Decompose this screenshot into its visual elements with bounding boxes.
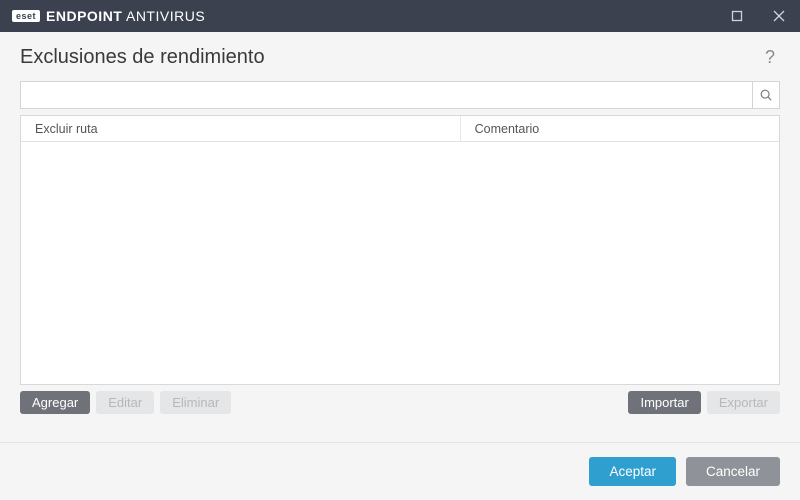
cancel-button[interactable]: Cancelar <box>686 457 780 486</box>
square-icon <box>731 10 743 22</box>
titlebar: eset ENDPOINT ANTIVIRUS <box>0 0 800 32</box>
close-icon <box>773 10 785 22</box>
brand-name: ENDPOINT ANTIVIRUS <box>46 8 205 24</box>
search-input[interactable] <box>20 81 752 109</box>
ok-button[interactable]: Aceptar <box>589 457 676 486</box>
exclusions-table: Excluir ruta Comentario <box>20 115 780 385</box>
body-area: Excluir ruta Comentario <box>20 81 780 385</box>
edit-button[interactable]: Editar <box>96 391 154 414</box>
page-title: Exclusiones de rendimiento <box>20 46 265 69</box>
import-button[interactable]: Importar <box>628 391 700 414</box>
add-button[interactable]: Agregar <box>20 391 90 414</box>
brand-name-bold: ENDPOINT <box>46 8 122 24</box>
content: Exclusiones de rendimiento ? Excluir rut… <box>0 32 800 500</box>
search-row <box>20 81 780 109</box>
header-row: Exclusiones de rendimiento ? <box>0 32 800 81</box>
search-button[interactable] <box>752 81 780 109</box>
maximize-button[interactable] <box>716 0 758 32</box>
table-header: Excluir ruta Comentario <box>21 116 779 142</box>
export-button[interactable]: Exportar <box>707 391 780 414</box>
brand-name-rest: ANTIVIRUS <box>122 8 205 24</box>
footer: Aceptar Cancelar <box>0 442 800 500</box>
delete-button[interactable]: Eliminar <box>160 391 231 414</box>
column-header-comment[interactable]: Comentario <box>461 116 779 141</box>
table-toolbar: Agregar Editar Eliminar Importar Exporta… <box>20 391 780 414</box>
search-icon <box>759 88 773 102</box>
table-body <box>21 142 779 384</box>
column-header-path[interactable]: Excluir ruta <box>21 116 461 141</box>
brand-badge: eset <box>12 10 40 22</box>
help-button[interactable]: ? <box>760 47 780 68</box>
close-button[interactable] <box>758 0 800 32</box>
